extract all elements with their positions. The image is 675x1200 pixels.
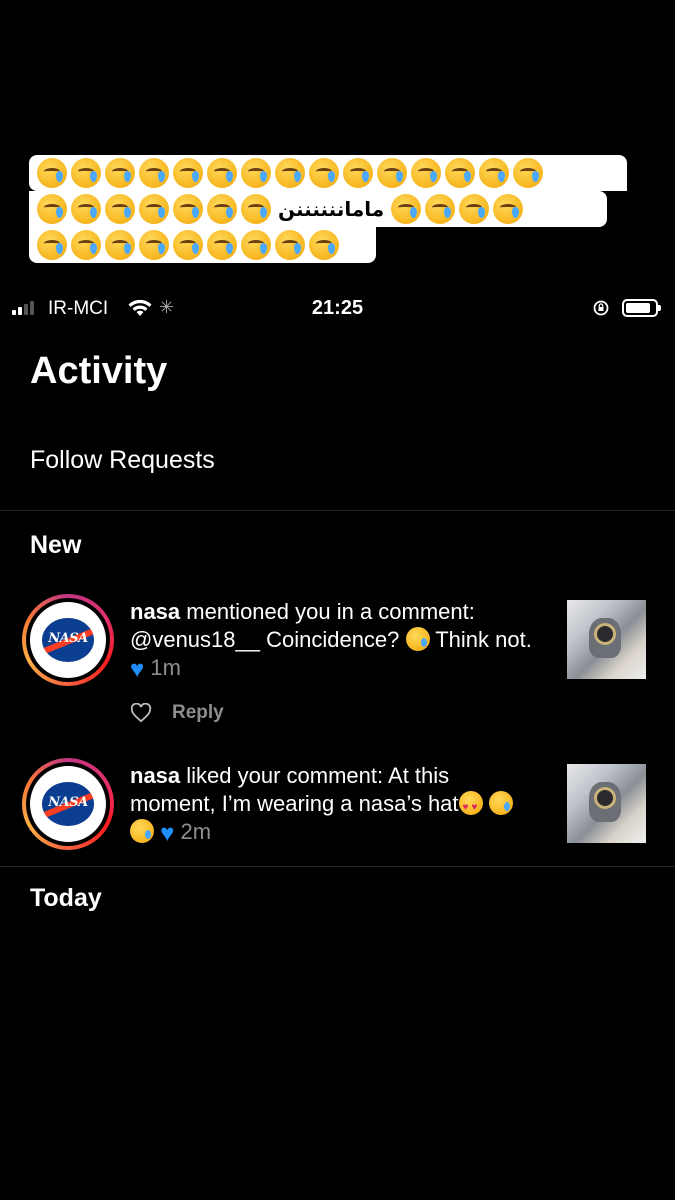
face-holding-back-tears-emoji-icon (207, 194, 237, 224)
face-holding-back-tears-emoji-icon (173, 194, 203, 224)
face-holding-back-tears-emoji-icon (173, 230, 203, 260)
divider (0, 510, 675, 511)
crying-face-emoji-icon (405, 627, 430, 651)
notification-username[interactable]: nasa (130, 599, 180, 624)
follow-requests-link[interactable]: Follow Requests (30, 446, 215, 475)
like-heart-icon[interactable] (130, 703, 152, 723)
status-bar: IR-MCI ✳ 21:25 (0, 290, 675, 328)
crying-face-emoji-icon (130, 819, 154, 843)
face-holding-back-tears-emoji-icon (37, 158, 67, 188)
face-holding-back-tears-emoji-icon (377, 158, 407, 188)
reply-button[interactable]: Reply (172, 702, 224, 724)
face-holding-back-tears-emoji-icon (411, 158, 441, 188)
battery-icon (622, 299, 661, 317)
notification-message-cont: Think not. (429, 627, 532, 652)
face-holding-back-tears-emoji-icon (105, 158, 135, 188)
sticker-emoji-group (37, 194, 271, 224)
post-thumbnail[interactable] (567, 600, 646, 679)
sticker-row-2: ماماننننننن (29, 191, 607, 227)
face-holding-back-tears-emoji-icon (275, 158, 305, 188)
face-holding-back-tears-emoji-icon (309, 230, 339, 260)
face-holding-back-tears-emoji-icon (479, 158, 509, 188)
crying-face-emoji-icon (488, 791, 513, 815)
avatar[interactable]: NASA (22, 594, 114, 686)
section-heading-new: New (30, 531, 82, 559)
face-holding-back-tears-emoji-icon (139, 194, 169, 224)
face-holding-back-tears-emoji-icon (105, 230, 135, 260)
face-holding-back-tears-emoji-icon (241, 230, 271, 260)
blue-heart-emoji-icon: ♥ (130, 656, 145, 683)
face-holding-back-tears-emoji-icon (207, 158, 237, 188)
face-holding-back-tears-emoji-icon (139, 230, 169, 260)
comment-actions: Reply (130, 702, 224, 724)
nasa-logo-icon: NASA (42, 782, 94, 826)
face-holding-back-tears-emoji-icon (309, 158, 339, 188)
sticker-arabic-text: ماماننننننن (278, 197, 385, 221)
face-holding-back-tears-emoji-icon (71, 158, 101, 188)
face-holding-back-tears-emoji-icon (139, 158, 169, 188)
page-title: Activity (30, 350, 168, 392)
face-holding-back-tears-emoji-icon (71, 230, 101, 260)
face-holding-back-tears-emoji-icon (425, 194, 456, 224)
sticker-emoji-group (391, 194, 524, 224)
face-holding-back-tears-emoji-icon (513, 158, 543, 188)
post-thumbnail[interactable] (567, 764, 646, 843)
face-holding-back-tears-emoji-icon (37, 194, 67, 224)
divider (0, 866, 675, 867)
section-heading-today: Today (30, 884, 102, 912)
face-holding-back-tears-emoji-icon (391, 194, 422, 224)
notification-text: nasa liked your comment: At this moment,… (130, 762, 540, 848)
face-holding-back-tears-emoji-icon (493, 194, 524, 224)
face-holding-back-tears-emoji-icon (459, 194, 490, 224)
heart-eyes-emoji-icon (458, 791, 483, 822)
notification-text: nasa mentioned you in a comment: @venus1… (130, 598, 540, 684)
notification-username[interactable]: nasa (130, 763, 180, 788)
face-holding-back-tears-emoji-icon (37, 230, 67, 260)
blue-heart-emoji-icon: ♥ (160, 820, 175, 847)
face-holding-back-tears-emoji-icon (241, 158, 271, 188)
face-holding-back-tears-emoji-icon (71, 194, 101, 224)
face-holding-back-tears-emoji-icon (241, 194, 271, 224)
nasa-logo-icon: NASA (42, 618, 94, 662)
avatar[interactable]: NASA (22, 758, 114, 850)
story-text-sticker: ماماننننننن (29, 155, 627, 265)
status-time: 21:25 (311, 297, 364, 319)
face-holding-back-tears-emoji-icon (343, 158, 373, 188)
notification-time: 1m (150, 655, 181, 680)
sticker-row-3 (29, 227, 376, 263)
notification-message: liked your comment: At this moment, I’m … (130, 763, 459, 816)
face-holding-back-tears-emoji-icon (105, 194, 135, 224)
face-holding-back-tears-emoji-icon (207, 230, 237, 260)
face-holding-back-tears-emoji-icon (173, 158, 203, 188)
face-holding-back-tears-emoji-icon (275, 230, 305, 260)
orientation-lock-icon (593, 300, 609, 316)
notification-time: 2m (180, 819, 212, 844)
face-holding-back-tears-emoji-icon (445, 158, 475, 188)
sticker-row-1 (29, 155, 627, 191)
